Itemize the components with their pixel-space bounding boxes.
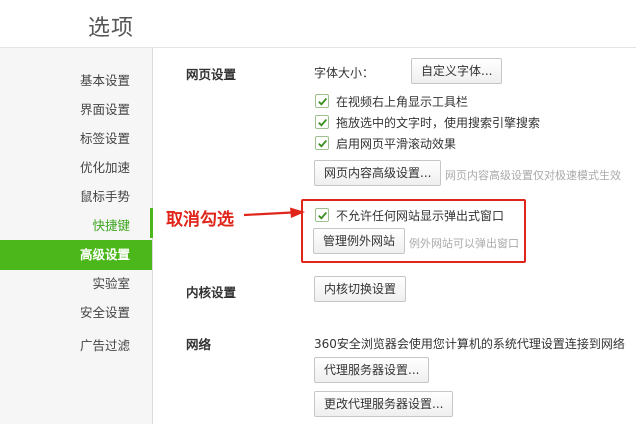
checkbox-smooth-scroll[interactable] (315, 136, 329, 150)
check-icon (317, 139, 327, 148)
annotation-arrow-icon (244, 207, 305, 218)
advanced-content-hint: 网页内容高级设置仅对极速模式生效 (445, 169, 621, 182)
annotation-highlight-box (301, 199, 526, 263)
check-icon (317, 97, 327, 106)
checkbox-row-drag-search[interactable]: 拖放选中的文字时，使用搜索引擎搜索 (315, 114, 540, 130)
kernel-switch-button[interactable]: 内核切换设置 (314, 276, 407, 302)
section-title-network: 网络 (186, 337, 212, 352)
checkbox-video-toolbar[interactable] (315, 94, 329, 108)
sidebar-item-shortcuts[interactable]: 快捷键 (0, 211, 152, 241)
sidebar-item-lab[interactable]: 实验室 (0, 269, 152, 299)
custom-font-button[interactable]: 自定义字体... (411, 58, 503, 84)
checkbox-label-smooth-scroll: 启用网页平滑滚动效果 (336, 136, 457, 151)
proxy-settings-button[interactable]: 代理服务器设置... (314, 357, 430, 383)
advanced-content-settings-button[interactable]: 网页内容高级设置... (314, 160, 442, 186)
annotation-label: 取消勾选 (166, 210, 234, 230)
page-title: 选项 (88, 16, 135, 41)
sidebar-item-interface[interactable]: 界面设置 (0, 95, 152, 125)
checkbox-label-drag-search: 拖放选中的文字时，使用搜索引擎搜索 (336, 115, 541, 130)
sidebar-scroll-accent (150, 208, 153, 238)
checkbox-drag-search[interactable] (315, 115, 329, 129)
font-size-label: 字体大小： (314, 66, 375, 80)
checkbox-row-video-toolbar[interactable]: 在视频右上角显示工具栏 (315, 93, 468, 109)
change-proxy-settings-button[interactable]: 更改代理服务器设置... (314, 391, 454, 417)
sidebar: 基本设置 界面设置 标签设置 优化加速 鼠标手势 快捷键 高级设置 实验室 安全… (0, 48, 153, 424)
network-description: 360安全浏览器会使用您计算机的系统代理设置连接到网络 (314, 337, 625, 351)
section-title-web: 网页设置 (186, 67, 237, 82)
checkbox-row-smooth-scroll[interactable]: 启用网页平滑滚动效果 (315, 135, 456, 151)
options-header: 选项 (0, 0, 636, 48)
sidebar-item-advanced[interactable]: 高级设置 (0, 240, 152, 270)
sidebar-item-mouse-gestures[interactable]: 鼠标手势 (0, 182, 152, 212)
checkbox-label-video-toolbar: 在视频右上角显示工具栏 (336, 94, 469, 109)
sidebar-item-ad-filter[interactable]: 广告过滤 (0, 331, 152, 361)
check-icon (317, 118, 327, 127)
sidebar-item-security[interactable]: 安全设置 (0, 298, 152, 328)
sidebar-item-basic[interactable]: 基本设置 (0, 66, 152, 96)
sidebar-item-tabs[interactable]: 标签设置 (0, 124, 152, 154)
section-title-kernel: 内核设置 (186, 285, 237, 300)
sidebar-item-optimize[interactable]: 优化加速 (0, 153, 152, 183)
